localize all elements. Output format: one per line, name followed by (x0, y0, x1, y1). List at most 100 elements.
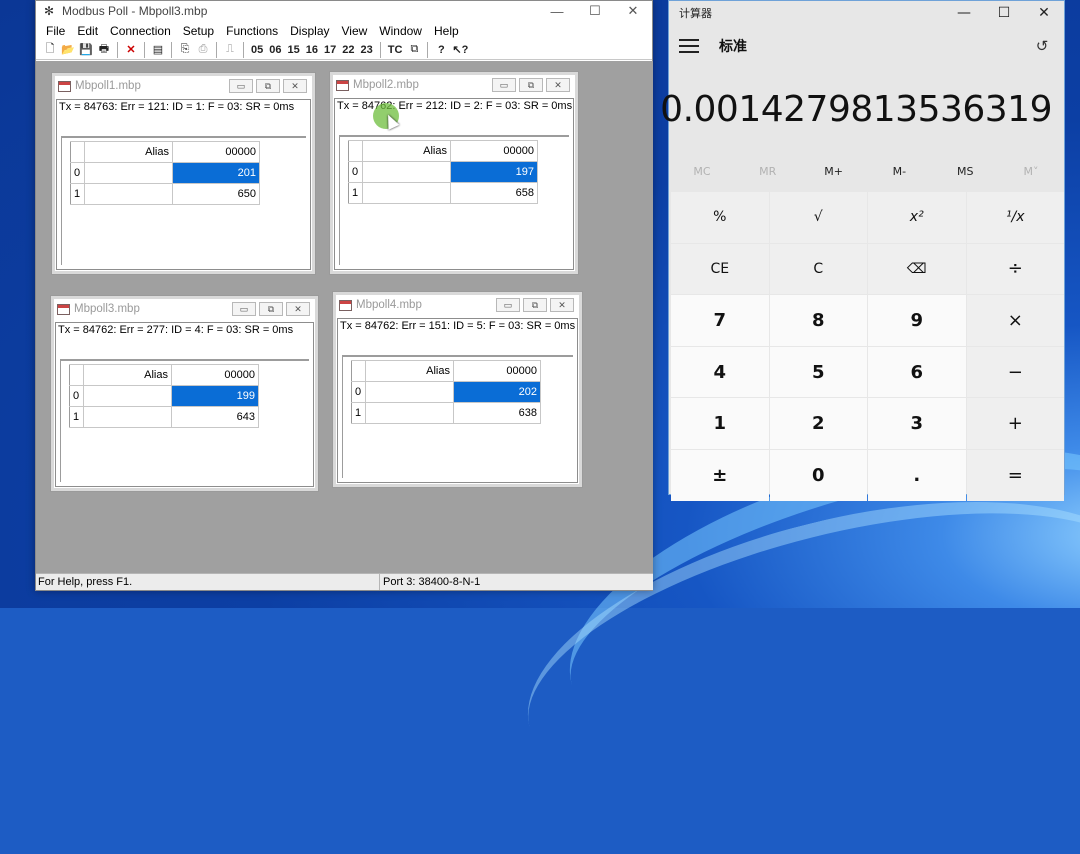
new-file-icon[interactable]: 🗋 (41, 41, 59, 59)
function-23-button[interactable]: 23 (358, 41, 376, 59)
context-help-icon[interactable]: ↖? (450, 41, 470, 59)
digit-5-button[interactable]: 5 (769, 346, 867, 398)
menu-window[interactable]: Window (373, 24, 428, 38)
function-16-button[interactable]: 16 (303, 41, 321, 59)
alias-cell[interactable] (83, 406, 172, 428)
alias-cell[interactable] (365, 402, 454, 424)
window-icon[interactable]: ▤ (149, 41, 167, 59)
percent-button[interactable]: % (671, 192, 769, 243)
hamburger-menu-icon[interactable] (679, 39, 699, 53)
restore-button[interactable]: ⧉ (256, 79, 280, 93)
negate-button[interactable]: ± (671, 449, 769, 501)
menu-help[interactable]: Help (428, 24, 465, 38)
alias-cell[interactable] (84, 183, 173, 205)
reciprocal-button[interactable]: ¹/x (966, 192, 1064, 243)
menu-display[interactable]: Display (284, 24, 335, 38)
minimize-button[interactable]: ▭ (229, 79, 253, 93)
print-icon[interactable]: 🖶 (95, 41, 113, 59)
menu-functions[interactable]: Functions (220, 24, 284, 38)
close-button[interactable]: ✕ (286, 302, 310, 316)
pulse-icon[interactable]: ⎍ (221, 41, 239, 59)
memory-recall-button[interactable]: MR (735, 157, 801, 187)
menu-file[interactable]: File (40, 24, 71, 38)
traffic-monitor-icon[interactable]: ⧉ (405, 41, 423, 59)
square-root-button[interactable]: √ (769, 192, 867, 243)
printer-disabled-icon[interactable]: ⎙ (194, 41, 212, 59)
alias-cell[interactable] (365, 381, 454, 403)
function-17-button[interactable]: 17 (321, 41, 339, 59)
maximize-button[interactable]: ☐ (576, 1, 614, 21)
digit-7-button[interactable]: 7 (671, 295, 769, 346)
mbpoll4-window[interactable]: Mbpoll4.mbp ▭ ⧉ ✕ Tx = 84762: Err = 151:… (332, 291, 583, 488)
minimize-button[interactable]: ▭ (232, 302, 256, 316)
square-button[interactable]: x² (868, 192, 966, 243)
value-cell[interactable]: 197 (450, 161, 538, 183)
mdi-workspace: Mbpoll1.mbp ▭ ⧉ ✕ Tx = 84763: Err = 121:… (36, 61, 653, 575)
backspace-button[interactable]: ⌫ (868, 243, 966, 295)
value-cell[interactable]: 199 (171, 385, 259, 407)
memory-store-button[interactable]: MS (932, 157, 998, 187)
close-button[interactable]: ✕ (1024, 5, 1064, 21)
mbpoll1-window[interactable]: Mbpoll1.mbp ▭ ⧉ ✕ Tx = 84763: Err = 121:… (51, 72, 316, 275)
digit-4-button[interactable]: 4 (671, 346, 769, 398)
subtract-button[interactable]: − (966, 346, 1064, 398)
digit-9-button[interactable]: 9 (868, 295, 966, 346)
menu-edit[interactable]: Edit (71, 24, 104, 38)
memory-clear-button[interactable]: MC (669, 157, 735, 187)
digit-0-button[interactable]: 0 (769, 449, 867, 501)
add-button[interactable]: + (966, 398, 1064, 449)
mbpoll3-window[interactable]: Mbpoll3.mbp ▭ ⧉ ✕ Tx = 84762: Err = 277:… (50, 295, 319, 492)
restore-button[interactable]: ⧉ (519, 78, 543, 92)
tc-button[interactable]: TC (385, 41, 406, 59)
digit-1-button[interactable]: 1 (671, 398, 769, 449)
digit-6-button[interactable]: 6 (868, 346, 966, 398)
alias-cell[interactable] (362, 161, 451, 183)
disconnect-icon[interactable]: ✕ (122, 41, 140, 59)
function-15-button[interactable]: 15 (285, 41, 303, 59)
minimize-button[interactable]: — (538, 1, 576, 21)
menu-view[interactable]: View (336, 24, 374, 38)
minimize-button[interactable]: ▭ (492, 78, 516, 92)
restore-button[interactable]: ⧉ (259, 302, 283, 316)
function-06-button[interactable]: 06 (266, 41, 284, 59)
close-button[interactable]: ✕ (550, 298, 574, 312)
digit-2-button[interactable]: 2 (769, 398, 867, 449)
alias-cell[interactable] (362, 182, 451, 204)
function-05-button[interactable]: 05 (248, 41, 266, 59)
read-write-icon[interactable]: ⎘ (176, 41, 194, 59)
close-button[interactable]: ✕ (614, 1, 652, 21)
value-cell[interactable]: 650 (172, 183, 260, 205)
multiply-button[interactable]: × (966, 295, 1064, 346)
alias-cell[interactable] (83, 385, 172, 407)
minimize-button[interactable]: — (944, 5, 984, 21)
value-cell[interactable]: 638 (453, 402, 541, 424)
history-icon[interactable]: ↺ (1032, 36, 1052, 56)
value-cell[interactable]: 202 (453, 381, 541, 403)
close-button[interactable]: ✕ (283, 79, 307, 93)
decimal-button[interactable]: . (868, 449, 966, 501)
menu-connection[interactable]: Connection (104, 24, 177, 38)
memory-list-button[interactable]: M˅ (998, 157, 1064, 187)
minimize-button[interactable]: ▭ (496, 298, 520, 312)
open-folder-icon[interactable]: 📂 (59, 41, 77, 59)
alias-cell[interactable] (84, 162, 173, 184)
maximize-button[interactable]: ☐ (984, 5, 1024, 21)
save-icon[interactable]: 💾 (77, 41, 95, 59)
close-button[interactable]: ✕ (546, 78, 570, 92)
clear-button[interactable]: C (769, 243, 867, 295)
clear-entry-button[interactable]: CE (671, 243, 769, 295)
memory-add-button[interactable]: M+ (801, 157, 867, 187)
value-cell[interactable]: 643 (171, 406, 259, 428)
digit-8-button[interactable]: 8 (769, 295, 867, 346)
restore-button[interactable]: ⧉ (523, 298, 547, 312)
divide-button[interactable]: ÷ (966, 243, 1064, 295)
help-icon[interactable]: ? (432, 41, 450, 59)
memory-subtract-button[interactable]: M- (866, 157, 932, 187)
value-cell[interactable]: 658 (450, 182, 538, 204)
menu-setup[interactable]: Setup (177, 24, 220, 38)
equals-button[interactable]: = (966, 449, 1064, 501)
mbpoll2-window[interactable]: Mbpoll2.mbp ▭ ⧉ ✕ Tx = 84762: Err = 212:… (329, 71, 579, 275)
digit-3-button[interactable]: 3 (868, 398, 966, 449)
value-cell[interactable]: 201 (172, 162, 260, 184)
function-22-button[interactable]: 22 (339, 41, 357, 59)
